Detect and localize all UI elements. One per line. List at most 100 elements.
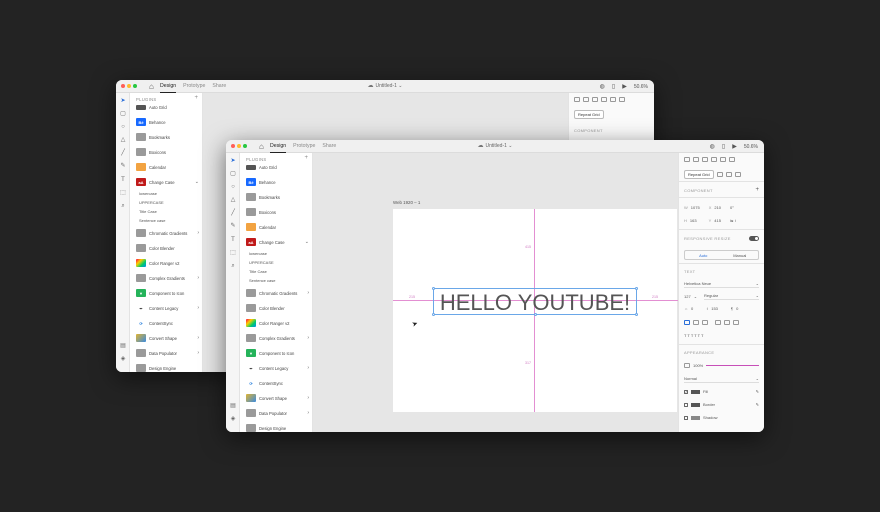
plugin-item-change-case[interactable]: aA Change Case ⌄ — [136, 177, 199, 187]
chevron-down-icon[interactable]: ⌄ — [305, 239, 309, 245]
plugin-item[interactable]: Bookmarks — [136, 132, 199, 142]
align-icon[interactable] — [610, 97, 616, 102]
repeat-grid-button[interactable]: Repeat Grid — [574, 110, 604, 119]
rotation-field[interactable]: 0° — [730, 205, 734, 210]
pen-tool-icon[interactable]: ✎ — [230, 223, 236, 229]
play-icon[interactable]: ▶ — [732, 143, 737, 150]
plugin-item[interactable]: Bookmarks — [246, 192, 309, 202]
resize-handle[interactable] — [534, 313, 537, 316]
boolean-icon[interactable] — [716, 172, 723, 177]
align-left-icon[interactable] — [684, 157, 690, 162]
plugin-item[interactable]: Color Blender — [246, 303, 309, 313]
repeat-grid-button[interactable]: Repeat Grid — [684, 170, 714, 179]
polygon-tool-icon[interactable]: △ — [120, 137, 126, 143]
user-icon[interactable]: ◍ — [600, 83, 605, 90]
text-tool-icon[interactable]: T — [120, 177, 126, 183]
align-icon[interactable] — [601, 97, 607, 102]
y-field[interactable]: 415 — [714, 218, 721, 223]
boolean-icon[interactable] — [725, 172, 732, 177]
paragraph-spacing-field[interactable]: 0 — [736, 306, 738, 311]
align-icon[interactable] — [574, 97, 580, 102]
rectangle-tool-icon[interactable]: ▢ — [230, 171, 236, 177]
artboard-tool-icon[interactable]: ⬚ — [230, 250, 236, 256]
add-plugin-icon[interactable]: + — [194, 95, 198, 101]
text-align-left-icon[interactable] — [684, 320, 690, 325]
plugin-item[interactable]: ✒ Content Legacy › — [246, 363, 309, 373]
zoom-level[interactable]: 50.6% — [634, 84, 648, 90]
char-spacing-field[interactable]: 0 — [691, 306, 693, 311]
plugin-item[interactable]: Color Ranger v2 — [136, 258, 199, 268]
plugin-item-change-case[interactable]: aA Change Case ⌄ — [246, 237, 309, 247]
manual-option[interactable]: Manual — [722, 251, 759, 259]
text-tool-icon[interactable]: T — [230, 237, 236, 243]
plugin-item[interactable]: ▼ Component to Icon — [246, 348, 309, 358]
text-align-center-icon[interactable] — [693, 320, 699, 325]
align-bottom-icon[interactable] — [729, 157, 735, 162]
border-checkbox[interactable] — [684, 402, 688, 407]
assets-icon[interactable]: ▤ — [230, 403, 236, 409]
resize-handle[interactable] — [432, 287, 435, 290]
zoom-tool-icon[interactable]: ⌕ — [230, 263, 236, 269]
plugin-item[interactable]: Data Populator › — [246, 408, 309, 418]
change-case-option[interactable]: Sentence case — [139, 218, 165, 223]
resize-handle[interactable] — [635, 287, 638, 290]
opacity-slider[interactable] — [706, 365, 759, 366]
align-center-icon[interactable] — [693, 157, 699, 162]
change-case-option[interactable]: UPPERCASE — [249, 260, 274, 265]
align-icon[interactable] — [619, 97, 625, 102]
artboard-tool-icon[interactable]: ⬚ — [120, 190, 126, 196]
mobile-preview-icon[interactable]: ▯ — [612, 83, 615, 90]
resize-handle[interactable] — [635, 313, 638, 316]
chevron-right-icon[interactable]: › — [307, 290, 309, 296]
chevron-down-icon[interactable]: ⌄ — [195, 179, 199, 185]
plugin-item[interactable]: ⟳ ContentSync — [246, 378, 309, 388]
zoom-level[interactable]: 50.6% — [744, 144, 758, 150]
chevron-right-icon[interactable]: › — [197, 230, 199, 236]
plugin-item[interactable]: Chromatic Gradients › — [246, 288, 309, 298]
font-weight-dropdown[interactable]: Regular ⌄ — [704, 293, 759, 300]
plugin-item[interactable]: Calendar — [246, 222, 309, 232]
eyedropper-icon[interactable]: ✎ — [756, 402, 759, 407]
align-icon[interactable] — [583, 97, 589, 102]
change-case-option[interactable]: lowercase — [139, 191, 157, 196]
plugin-item[interactable]: Convert Shape › — [136, 333, 199, 343]
select-tool-icon[interactable]: ➤ — [120, 98, 126, 104]
shadow-swatch[interactable] — [691, 415, 700, 420]
rectangle-tool-icon[interactable]: ▢ — [120, 111, 126, 117]
change-case-option[interactable]: UPPERCASE — [139, 200, 164, 205]
eyedropper-icon[interactable]: ✎ — [756, 389, 759, 394]
chevron-right-icon[interactable]: › — [307, 365, 309, 371]
plugin-item[interactable]: Auto Grid — [136, 102, 199, 112]
selected-text-layer[interactable]: HELLO YOUTUBE! — [432, 287, 638, 316]
align-top-icon[interactable] — [711, 157, 717, 162]
plugin-item[interactable]: Color Blender — [136, 243, 199, 253]
auto-option[interactable]: Auto — [685, 251, 722, 259]
fill-swatch[interactable] — [691, 389, 700, 394]
font-size-field[interactable]: 127 — [684, 294, 691, 299]
plugin-item[interactable]: ✒ Content Legacy › — [136, 303, 199, 313]
line-spacing-field[interactable]: 153 — [711, 306, 718, 311]
responsive-resize-toggle[interactable] — [749, 236, 759, 241]
shadow-checkbox[interactable] — [684, 415, 688, 420]
add-plugin-icon[interactable]: + — [304, 155, 308, 161]
plugin-item[interactable]: Design Engine — [246, 423, 309, 432]
chevron-right-icon[interactable]: › — [307, 335, 309, 341]
plugin-item[interactable]: Boxicons — [246, 207, 309, 217]
chevron-right-icon[interactable]: › — [307, 395, 309, 401]
change-case-option[interactable]: lowercase — [249, 251, 267, 256]
align-right-icon[interactable] — [702, 157, 708, 162]
line-tool-icon[interactable]: ╱ — [120, 150, 126, 156]
auto-height-icon[interactable] — [724, 320, 730, 325]
plugin-item[interactable]: ⟳ ContentSync — [136, 318, 199, 328]
chevron-right-icon[interactable]: › — [197, 305, 199, 311]
change-case-option[interactable]: Title Case — [139, 209, 157, 214]
fill-checkbox[interactable]: ✓ — [684, 389, 688, 394]
plugin-item[interactable]: Chromatic Gradients › — [136, 228, 199, 238]
font-family-dropdown[interactable]: Helvetica Neue ⌄ — [684, 281, 759, 288]
chevron-right-icon[interactable]: › — [197, 350, 199, 356]
auto-width-icon[interactable] — [715, 320, 721, 325]
change-case-option[interactable]: Sentence case — [249, 278, 275, 283]
select-tool-icon[interactable]: ➤ — [230, 158, 236, 164]
width-field[interactable]: 1075 — [691, 205, 700, 210]
height-field[interactable]: 163 — [690, 218, 697, 223]
